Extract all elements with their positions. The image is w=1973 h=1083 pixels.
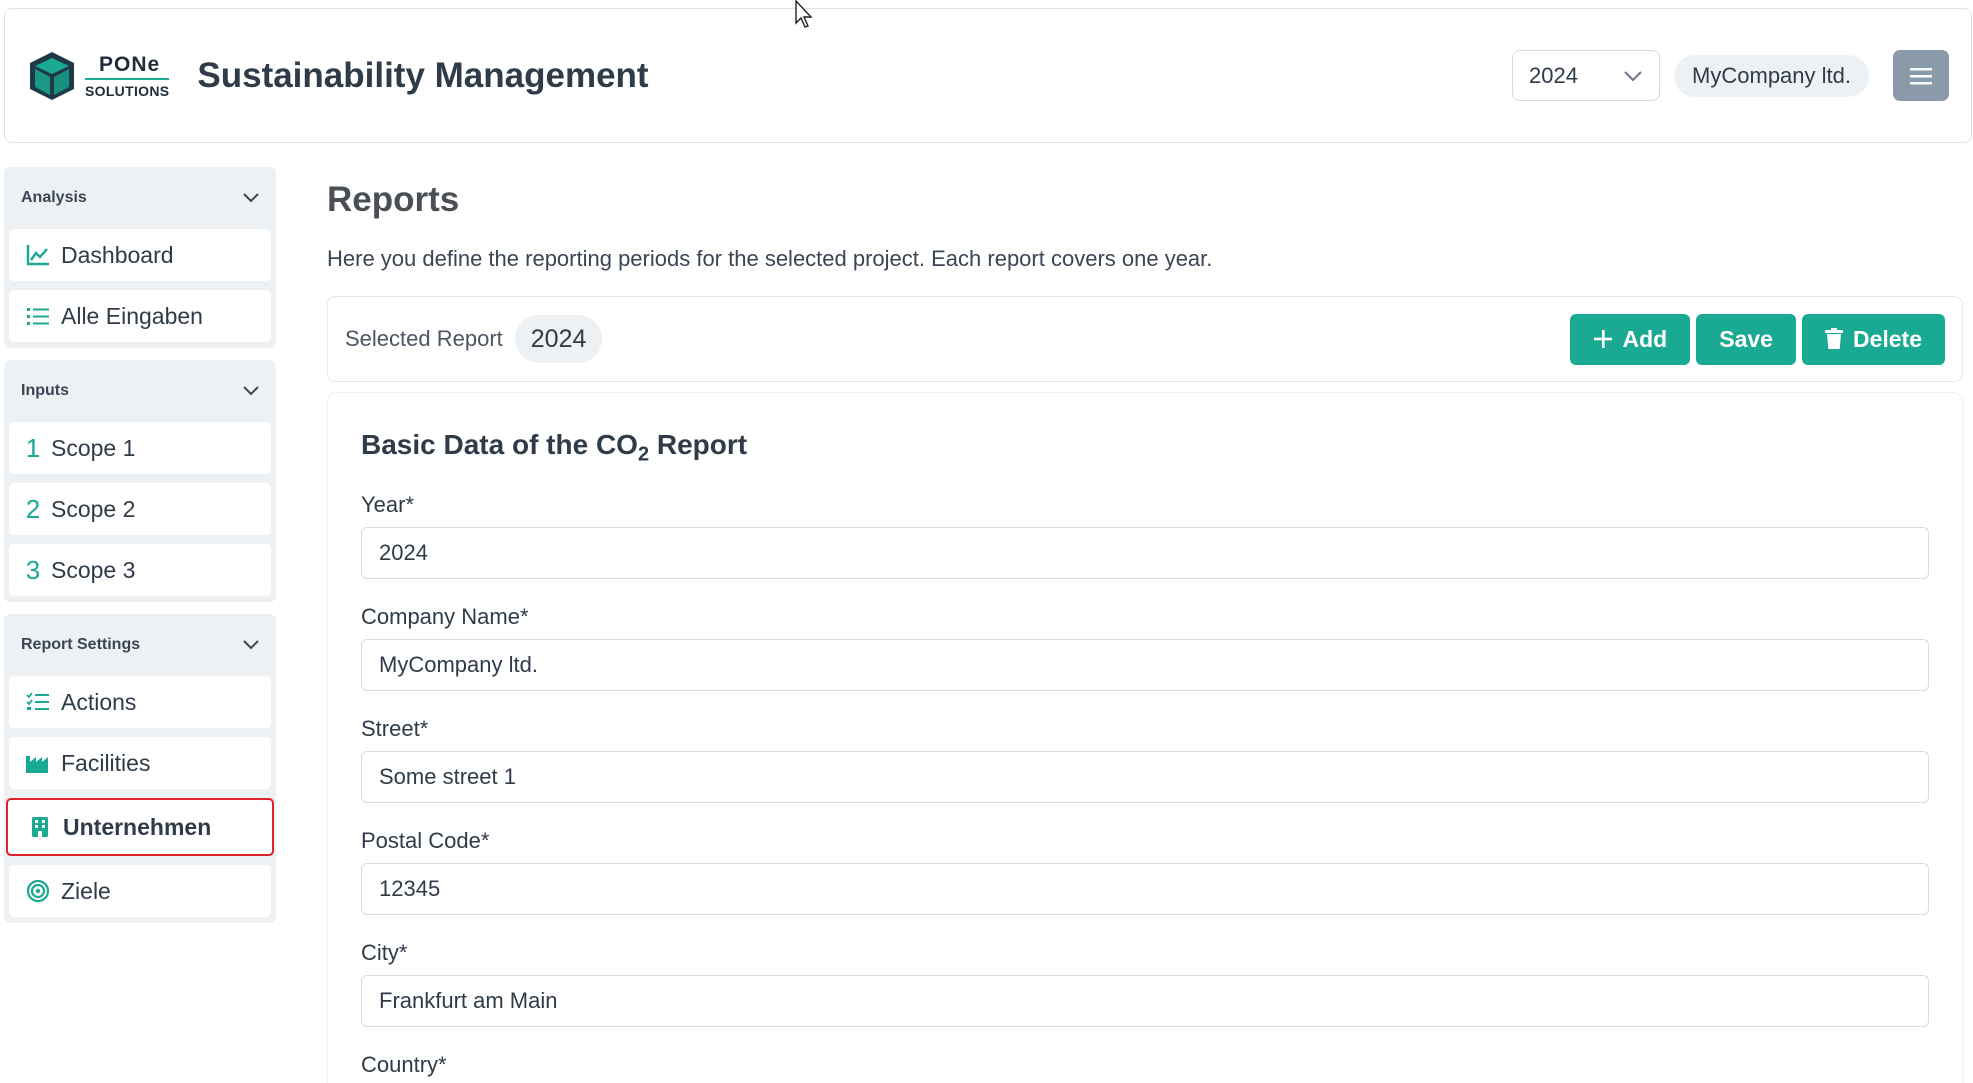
- sidebar-item-label: Alle Eingaben: [61, 302, 203, 329]
- field-label: City*: [361, 939, 408, 965]
- city-input[interactable]: Frankfurt am Main: [361, 974, 1929, 1027]
- checklist-icon: [25, 689, 51, 715]
- group-title: Inputs: [21, 382, 69, 399]
- sidebar-item-facilities[interactable]: Facilities: [9, 737, 271, 789]
- field-year: Year* 2024: [361, 492, 1929, 579]
- field-street: Street* Some street 1: [361, 716, 1929, 803]
- sidebar-item-label: Unternehmen: [63, 813, 212, 840]
- scope-number: 1: [25, 432, 41, 463]
- year-select[interactable]: 2024: [1512, 50, 1661, 101]
- year-select-value: 2024: [1529, 62, 1578, 88]
- main-content: Reports Here you define the reporting pe…: [327, 180, 1963, 1083]
- logo-top-text: PONe: [85, 54, 170, 80]
- chevron-down-icon: [1624, 70, 1642, 81]
- form-title-prefix: Basic Data of the CO: [361, 429, 638, 460]
- field-country: Country*: [361, 1052, 1929, 1078]
- chart-line-icon: [25, 242, 51, 268]
- sidebar-item-scope-3[interactable]: 3 Scope 3: [9, 544, 271, 596]
- sidebar-item-label: Dashboard: [61, 241, 174, 268]
- form-title: Basic Data of the CO2 Report: [361, 429, 1929, 467]
- sidebar-item-unternehmen[interactable]: Unternehmen: [6, 798, 274, 856]
- sidebar-item-label: Actions: [61, 688, 137, 715]
- scope-number: 2: [25, 493, 41, 524]
- form-title-subscript: 2: [637, 443, 650, 466]
- logo-bottom-text: SOLUTIONS: [85, 82, 170, 99]
- sidebar-group-report-settings: Report Settings Actions Facilities Unter…: [4, 614, 276, 923]
- field-label: Street*: [361, 715, 429, 741]
- add-button-label: Add: [1622, 325, 1668, 352]
- trash-icon: [1824, 328, 1843, 349]
- logo[interactable]: PONe SOLUTIONS: [27, 50, 170, 102]
- field-label: Company Name*: [361, 603, 529, 629]
- field-label: Postal Code*: [361, 827, 490, 853]
- sidebar-item-label: Scope 3: [51, 556, 136, 583]
- sidebar-item-dashboard[interactable]: Dashboard: [9, 229, 271, 281]
- sidebar-item-scope-2[interactable]: 2 Scope 2: [9, 483, 271, 535]
- sidebar-group-header[interactable]: Report Settings: [9, 614, 271, 676]
- form-title-suffix: Report: [649, 429, 748, 460]
- sidebar-item-label: Scope 1: [51, 434, 136, 461]
- app-title: Sustainability Management: [197, 55, 649, 95]
- field-company-name: Company Name* MyCompany ltd.: [361, 604, 1929, 691]
- group-title: Analysis: [21, 189, 87, 206]
- field-city: City* Frankfurt am Main: [361, 940, 1929, 1027]
- year-input[interactable]: 2024: [361, 526, 1929, 579]
- street-input[interactable]: Some street 1: [361, 750, 1929, 803]
- sidebar-group-inputs: Inputs 1 Scope 1 2 Scope 2 3 Scope 3: [4, 360, 276, 602]
- postal-code-input[interactable]: 12345: [361, 862, 1929, 915]
- report-basic-data-form: Basic Data of the CO2 Report Year* 2024 …: [327, 392, 1963, 1083]
- group-title: Report Settings: [21, 636, 141, 653]
- sidebar-group-analysis: Analysis Dashboard Alle Eingaben: [4, 167, 276, 348]
- chevron-down-icon: [243, 193, 259, 203]
- target-icon: [25, 878, 51, 904]
- building-icon: [27, 814, 53, 840]
- sidebar-item-actions[interactable]: Actions: [9, 676, 271, 728]
- chevron-down-icon: [243, 386, 259, 396]
- sidebar-item-label: Facilities: [61, 749, 151, 776]
- top-header: PONe SOLUTIONS Sustainability Management…: [4, 8, 1972, 143]
- sidebar: Analysis Dashboard Alle Eingaben Inputs …: [4, 167, 276, 935]
- sidebar-group-header[interactable]: Analysis: [9, 167, 271, 229]
- menu-button[interactable]: [1893, 50, 1949, 101]
- page-description: Here you define the reporting periods fo…: [327, 246, 1213, 271]
- save-button[interactable]: Save: [1696, 313, 1796, 365]
- selected-report-label: Selected Report: [345, 326, 503, 351]
- save-button-label: Save: [1719, 325, 1773, 352]
- company-badge[interactable]: MyCompany ltd.: [1674, 54, 1869, 97]
- report-selector-bar: Selected Report 2024 Add Save Delete: [327, 296, 1963, 382]
- plus-icon: [1593, 330, 1612, 348]
- chevron-down-icon: [243, 640, 259, 650]
- field-label: Country*: [361, 1051, 447, 1077]
- logo-cube-icon: [30, 51, 74, 100]
- delete-button[interactable]: Delete: [1801, 313, 1945, 365]
- field-label: Year*: [361, 491, 415, 517]
- hamburger-icon: [1910, 67, 1932, 84]
- selected-report-badge[interactable]: 2024: [514, 315, 603, 363]
- company-name-input[interactable]: MyCompany ltd.: [361, 638, 1929, 691]
- factory-icon: [25, 750, 51, 776]
- page-title: Reports: [327, 180, 460, 219]
- app-window: PONe SOLUTIONS Sustainability Management…: [0, 0, 1973, 1083]
- sidebar-group-header[interactable]: Inputs: [9, 360, 271, 422]
- delete-button-label: Delete: [1852, 325, 1922, 352]
- sidebar-item-alle-eingaben[interactable]: Alle Eingaben: [9, 290, 271, 342]
- list-icon: [25, 303, 51, 329]
- sidebar-item-ziele[interactable]: Ziele: [9, 865, 271, 917]
- field-postal-code: Postal Code* 12345: [361, 828, 1929, 915]
- sidebar-item-label: Ziele: [61, 877, 111, 904]
- sidebar-item-label: Scope 2: [51, 495, 136, 522]
- mouse-cursor-icon: [795, 0, 813, 28]
- sidebar-item-scope-1[interactable]: 1 Scope 1: [9, 422, 271, 474]
- add-report-button[interactable]: Add: [1569, 313, 1691, 365]
- scope-number: 3: [25, 554, 41, 585]
